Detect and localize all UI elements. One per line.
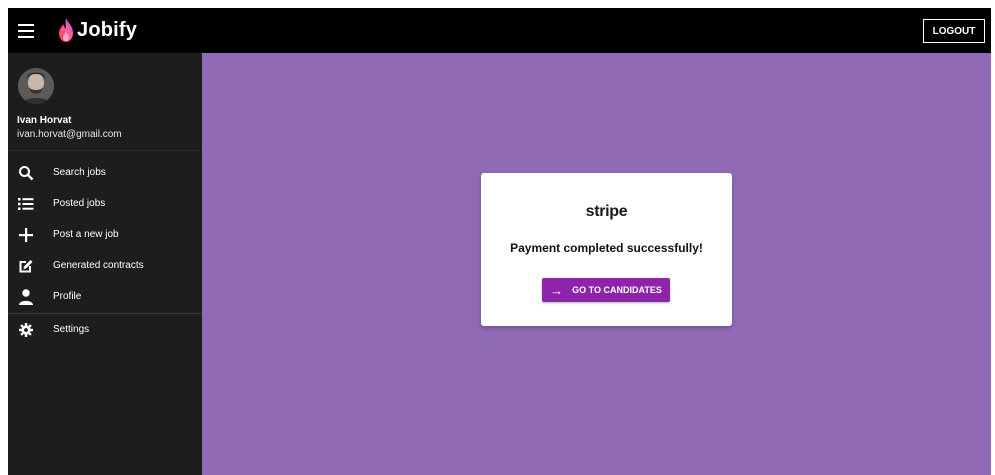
sidebar-item-posted-jobs[interactable]: Posted jobs [8,188,202,219]
avatar[interactable] [18,68,54,104]
top-app-bar: Jobify LOGOUT [8,8,991,53]
logout-button[interactable]: LOGOUT [923,19,985,43]
list-icon [17,195,35,213]
main-content: stripe Payment completed successfully! →… [202,53,991,475]
brand[interactable]: Jobify [56,16,137,44]
user-email: ivan.horvat@gmail.com [17,129,122,140]
sidebar-item-label: Generated contracts [53,260,144,271]
search-icon [17,164,35,182]
sidebar-item-post-new-job[interactable]: Post a new job [8,219,202,250]
sidebar-item-search-jobs[interactable]: Search jobs [8,157,202,188]
user-profile: Ivan Horvat ivan.horvat@gmail.com [8,53,202,151]
avatar-image [18,68,54,104]
payment-success-card: stripe Payment completed successfully! →… [481,173,732,326]
sidebar-item-generated-contracts[interactable]: Generated contracts [8,250,202,281]
stripe-logo: stripe [585,203,628,220]
arrow-right-icon: → [550,282,564,298]
plus-icon [17,226,35,244]
sidebar: Ivan Horvat ivan.horvat@gmail.com Search… [8,53,202,475]
person-icon [17,288,35,306]
sidebar-item-label: Search jobs [53,167,106,178]
app-name: Jobify [77,18,138,41]
menu-icon[interactable] [16,20,36,40]
sidebar-item-label: Post a new job [53,229,119,240]
flame-logo-icon [59,18,73,42]
go-to-candidates-button[interactable]: → GO TO CANDIDATES [542,278,670,302]
go-to-candidates-label: GO TO CANDIDATES [572,285,662,295]
sidebar-item-label: Posted jobs [53,198,106,209]
edit-icon [17,257,35,275]
sidebar-item-settings[interactable]: Settings [8,314,202,345]
sidebar-item-label: Settings [53,324,90,335]
user-name: Ivan Horvat [17,115,72,126]
gear-icon [17,321,35,339]
sidebar-item-label: Profile [53,291,82,302]
sidebar-item-profile[interactable]: Profile [8,281,202,312]
payment-message: Payment completed successfully! [510,241,703,255]
